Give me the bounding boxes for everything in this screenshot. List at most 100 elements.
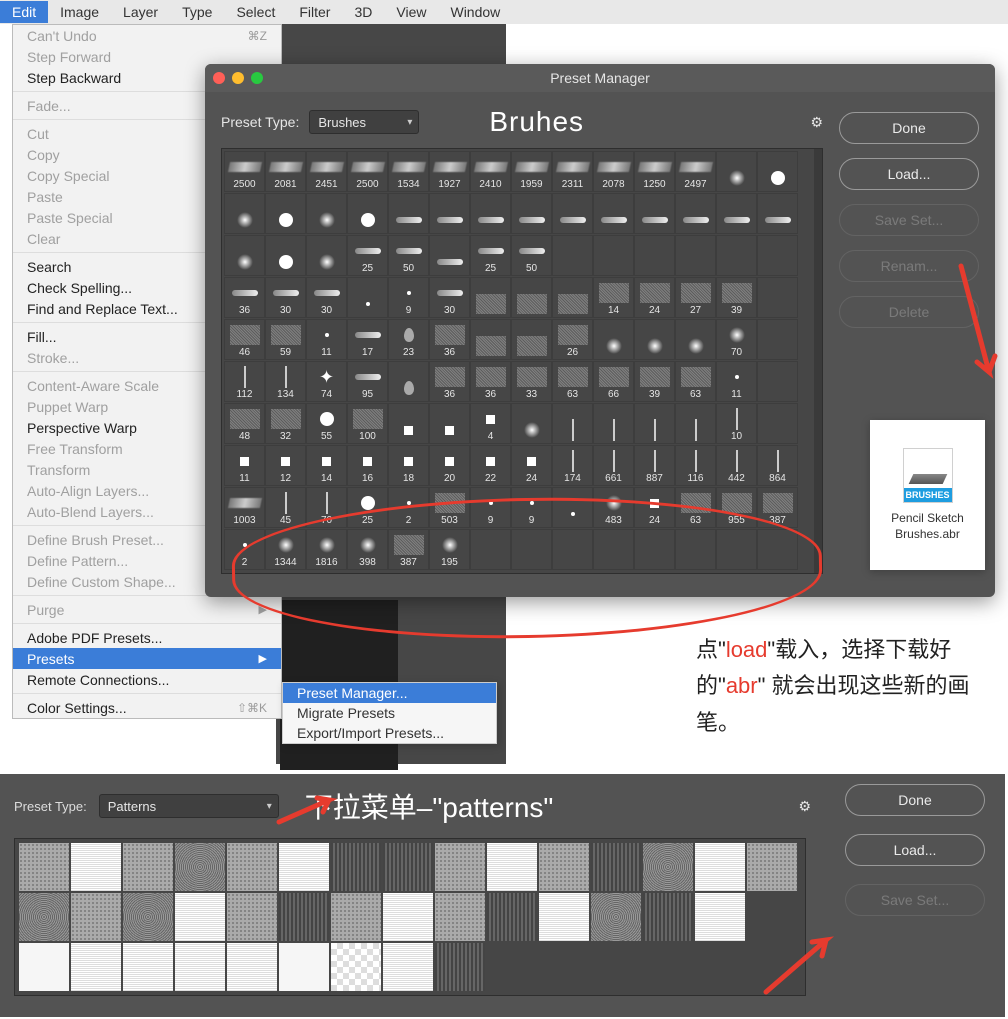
pattern-preset[interactable] bbox=[539, 843, 589, 891]
brush-preset[interactable]: 24 bbox=[634, 487, 675, 528]
brush-preset[interactable] bbox=[552, 277, 593, 318]
brush-preset[interactable]: 387 bbox=[388, 529, 429, 570]
brush-preset[interactable]: 14 bbox=[306, 445, 347, 486]
brush-preset[interactable]: 45 bbox=[265, 487, 306, 528]
pattern-preset[interactable] bbox=[331, 943, 381, 991]
brush-preset[interactable]: 11 bbox=[306, 319, 347, 360]
brush-preset[interactable]: 18 bbox=[388, 445, 429, 486]
pattern-preset[interactable] bbox=[175, 893, 225, 941]
brush-preset[interactable] bbox=[552, 193, 593, 234]
brush-preset[interactable]: 2081 bbox=[265, 151, 306, 192]
brush-preset[interactable]: 25 bbox=[347, 487, 388, 528]
brush-preset[interactable]: 2 bbox=[388, 487, 429, 528]
pattern-preset[interactable] bbox=[695, 893, 745, 941]
pattern-preset[interactable] bbox=[19, 893, 69, 941]
brush-preset[interactable]: 134 bbox=[265, 361, 306, 402]
brush-preset[interactable] bbox=[716, 151, 757, 192]
brush-preset[interactable]: 63 bbox=[552, 361, 593, 402]
menu-edit[interactable]: Edit bbox=[0, 1, 48, 23]
brush-preset[interactable] bbox=[470, 529, 511, 570]
menu-view[interactable]: View bbox=[384, 1, 438, 23]
pattern-preset[interactable] bbox=[435, 893, 485, 941]
load-button-2[interactable]: Load... bbox=[845, 834, 985, 866]
brush-preset[interactable]: 22 bbox=[470, 445, 511, 486]
menu-image[interactable]: Image bbox=[48, 1, 111, 23]
brush-preset[interactable] bbox=[265, 235, 306, 276]
brush-preset[interactable]: 864 bbox=[757, 445, 798, 486]
brush-preset[interactable]: 36 bbox=[224, 277, 265, 318]
brush-preset[interactable]: 2500 bbox=[347, 151, 388, 192]
brush-preset[interactable]: 24 bbox=[634, 277, 675, 318]
brush-preset[interactable]: 661 bbox=[593, 445, 634, 486]
brush-preset[interactable] bbox=[388, 361, 429, 402]
pattern-preset[interactable] bbox=[487, 893, 537, 941]
brush-preset[interactable]: 4 bbox=[470, 403, 511, 444]
brush-preset[interactable]: 39 bbox=[716, 277, 757, 318]
brush-preset[interactable]: 39 bbox=[634, 361, 675, 402]
done-button[interactable]: Done bbox=[839, 112, 979, 144]
pattern-preset[interactable] bbox=[435, 943, 485, 991]
brush-preset[interactable] bbox=[429, 403, 470, 444]
brush-preset[interactable]: 27 bbox=[675, 277, 716, 318]
submenu-item-export-import-presets-[interactable]: Export/Import Presets... bbox=[283, 723, 496, 743]
brush-preset[interactable]: 195 bbox=[429, 529, 470, 570]
brush-preset[interactable]: 2078 bbox=[593, 151, 634, 192]
brush-preset[interactable] bbox=[757, 319, 798, 360]
brush-preset[interactable]: 2 bbox=[224, 529, 265, 570]
pattern-preset[interactable] bbox=[383, 843, 433, 891]
brush-preset[interactable] bbox=[511, 403, 552, 444]
rename-button[interactable]: Renam... bbox=[839, 250, 979, 282]
brush-preset[interactable]: 33 bbox=[511, 361, 552, 402]
brush-preset[interactable] bbox=[347, 193, 388, 234]
brush-preset[interactable]: 887 bbox=[634, 445, 675, 486]
pattern-preset[interactable] bbox=[643, 893, 693, 941]
pattern-preset[interactable] bbox=[435, 843, 485, 891]
menu-select[interactable]: Select bbox=[224, 1, 287, 23]
brush-preset[interactable] bbox=[511, 193, 552, 234]
brush-preset[interactable] bbox=[675, 319, 716, 360]
brush-preset[interactable]: 55 bbox=[306, 403, 347, 444]
pattern-preset[interactable] bbox=[643, 843, 693, 891]
brush-preset[interactable] bbox=[593, 193, 634, 234]
brush-preset[interactable]: 24 bbox=[511, 445, 552, 486]
brush-preset[interactable] bbox=[757, 529, 798, 570]
brush-preset[interactable] bbox=[470, 193, 511, 234]
brush-preset[interactable] bbox=[470, 277, 511, 318]
pattern-preset[interactable] bbox=[279, 843, 329, 891]
brush-preset[interactable] bbox=[552, 487, 593, 528]
menu-3d[interactable]: 3D bbox=[342, 1, 384, 23]
brush-preset[interactable]: 36 bbox=[470, 361, 511, 402]
brush-preset[interactable]: 2500 bbox=[224, 151, 265, 192]
pattern-preset[interactable] bbox=[331, 893, 381, 941]
brush-preset[interactable]: 63 bbox=[675, 487, 716, 528]
menu-item-remote-connections-[interactable]: Remote Connections... bbox=[13, 669, 281, 690]
brush-preset[interactable] bbox=[511, 529, 552, 570]
gear-icon-2[interactable]: ⚙︎ bbox=[798, 798, 811, 815]
brush-preset[interactable] bbox=[388, 403, 429, 444]
brush-preset[interactable]: 9 bbox=[511, 487, 552, 528]
delete-button[interactable]: Delete bbox=[839, 296, 979, 328]
brush-preset[interactable] bbox=[757, 193, 798, 234]
preset-type-select[interactable]: Brushes bbox=[309, 110, 419, 134]
brush-preset[interactable]: 20 bbox=[429, 445, 470, 486]
menu-item-presets[interactable]: Presets▶ bbox=[13, 648, 281, 669]
brush-preset[interactable]: 1344 bbox=[265, 529, 306, 570]
brush-preset[interactable]: 398 bbox=[347, 529, 388, 570]
pattern-preset[interactable] bbox=[279, 943, 329, 991]
brush-preset[interactable] bbox=[634, 319, 675, 360]
menu-filter[interactable]: Filter bbox=[287, 1, 342, 23]
brush-preset[interactable] bbox=[757, 151, 798, 192]
brush-preset[interactable]: 116 bbox=[675, 445, 716, 486]
brush-preset[interactable]: 9 bbox=[388, 277, 429, 318]
brush-preset[interactable]: 2497 bbox=[675, 151, 716, 192]
brush-preset[interactable]: 26 bbox=[552, 319, 593, 360]
brush-preset[interactable] bbox=[511, 319, 552, 360]
menu-layer[interactable]: Layer bbox=[111, 1, 170, 23]
brush-preset[interactable]: 17 bbox=[347, 319, 388, 360]
brush-preset[interactable]: 483 bbox=[593, 487, 634, 528]
brush-preset[interactable] bbox=[470, 319, 511, 360]
brush-preset[interactable] bbox=[511, 277, 552, 318]
brush-preset[interactable]: 1250 bbox=[634, 151, 675, 192]
brush-preset[interactable]: 1927 bbox=[429, 151, 470, 192]
pattern-preset[interactable] bbox=[71, 893, 121, 941]
